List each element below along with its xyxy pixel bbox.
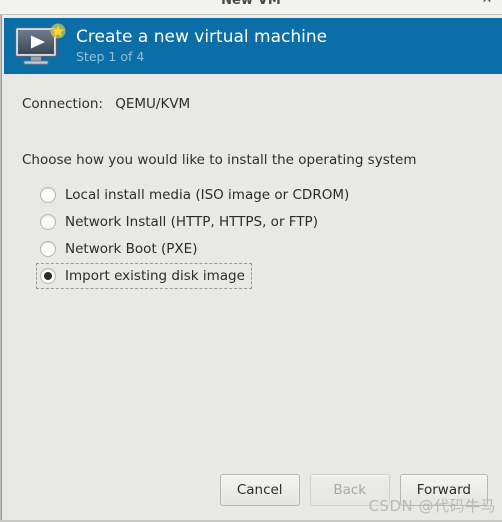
title-bar: New VM ✕ xyxy=(0,0,502,15)
radio-icon-selected xyxy=(40,268,56,284)
dialog-content: Connection: QEMU/KVM Choose how you woul… xyxy=(0,74,502,522)
radio-icon xyxy=(40,214,56,230)
radio-network-install[interactable]: Network Install (HTTP, HTTPS, or FTP) xyxy=(36,209,325,235)
wizard-banner: Create a new virtual machine Step 1 of 4 xyxy=(4,18,502,74)
radio-label: Import existing disk image xyxy=(65,268,245,284)
cancel-button[interactable]: Cancel xyxy=(219,474,300,506)
radio-icon xyxy=(40,241,56,257)
radio-local-install-media[interactable]: Local install media (ISO image or CDROM) xyxy=(36,182,356,208)
connection-label: Connection: xyxy=(22,96,103,112)
install-method-radio-group: Local install media (ISO image or CDROM)… xyxy=(36,182,502,289)
banner-subtitle: Step 1 of 4 xyxy=(76,49,145,64)
back-button: Back xyxy=(309,474,390,506)
radio-network-boot-pxe[interactable]: Network Boot (PXE) xyxy=(36,236,204,262)
dialog-footer: Cancel Back Forward xyxy=(219,474,488,506)
radio-import-existing-disk-image[interactable]: Import existing disk image xyxy=(36,263,252,289)
radio-label: Network Install (HTTP, HTTPS, or FTP) xyxy=(65,214,318,230)
radio-icon xyxy=(40,187,56,203)
connection-row: Connection: QEMU/KVM xyxy=(22,96,502,112)
new-vm-dialog: New VM ✕ xyxy=(0,0,502,522)
monitor-play-star-icon xyxy=(14,23,66,69)
radio-label: Network Boot (PXE) xyxy=(65,241,198,257)
forward-button[interactable]: Forward xyxy=(399,474,488,506)
install-method-prompt: Choose how you would like to install the… xyxy=(22,152,417,168)
radio-label: Local install media (ISO image or CDROM) xyxy=(65,187,350,203)
banner-title: Create a new virtual machine xyxy=(76,27,328,47)
connection-value: QEMU/KVM xyxy=(115,96,191,112)
banner-text: Create a new virtual machine Step 1 of 4 xyxy=(76,27,327,65)
window-title: New VM xyxy=(221,0,281,8)
close-icon[interactable]: ✕ xyxy=(480,0,494,7)
